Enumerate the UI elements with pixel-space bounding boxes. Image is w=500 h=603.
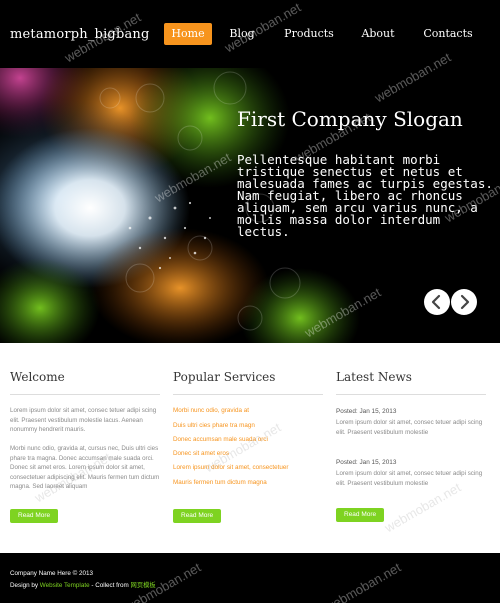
news-text: Lorem ipsum dolor sit amet, consec tetue… [336,470,483,487]
services-title: Popular Services [173,370,276,384]
watermark-text: webmoban.net [381,479,464,536]
nav-contacts[interactable]: Contacts [418,23,478,45]
hero-banner: First Company Slogan Pellentesque habita… [0,68,500,343]
slider-prev-button[interactable] [424,289,450,315]
news-section: Latest News Posted: Jan 15, 2013 Lorem i… [336,370,486,522]
services-section: Popular Services Morbi nunc odio, gravid… [173,370,323,523]
slogan-text: Pellentesque habitant morbi tristique se… [237,152,493,239]
news-title: Latest News [336,370,412,384]
news-text: Lorem ipsum dolor sit amet, consec tetue… [336,419,483,436]
welcome-title: Welcome [10,370,65,384]
footer-collect-label: - Collect from [91,582,129,589]
footer-credits: Design by Website Template - Collect fro… [10,580,156,589]
welcome-read-more-button[interactable]: Read More [10,509,59,523]
site-header: metamorph_bigbang Home Blog Products Abo… [0,0,500,68]
chevron-right-icon [460,294,470,310]
nav-blog[interactable]: Blog [222,23,262,45]
news-date: Posted: Jan 15, 2013 [336,459,397,466]
service-link[interactable]: Mauris fermen tum dictum magna [173,479,267,486]
service-link[interactable]: Donec accumsan male suada orci [173,436,268,443]
nav-about[interactable]: About [355,23,401,45]
footer-design-link[interactable]: Website Template [40,582,90,589]
welcome-paragraph-2: Morbi nunc odio, gravida at, cursus nec,… [10,445,160,490]
nav-products[interactable]: Products [278,23,340,45]
service-link[interactable]: Donec sit amet eros [173,450,229,457]
service-link[interactable]: Duis ultri cies phare tra magn [173,422,255,429]
footer-collect-link[interactable]: 网页模板 [131,582,156,589]
divider [173,394,323,395]
footer-copyright: Company Name Here © 2013 [10,570,94,577]
chevron-left-icon [431,294,441,310]
news-date: Posted: Jan 15, 2013 [336,408,397,415]
site-footer: Company Name Here © 2013 Design by Websi… [0,553,500,603]
welcome-paragraph-1: Lorem ipsum dolor sit amet, consec tetue… [10,407,157,433]
welcome-section: Welcome Lorem ipsum dolor sit amet, cons… [10,370,160,523]
service-link[interactable]: Morbi nunc odio, gravida at [173,407,249,414]
main-nav: Home Blog Products About Contacts [0,23,500,45]
footer-design-label: Design by [10,582,39,589]
divider [10,394,160,395]
slogan-title: First Company Slogan [237,107,463,131]
news-read-more-button[interactable]: Read More [336,508,385,522]
nav-home[interactable]: Home [164,23,212,45]
slider-next-button[interactable] [451,289,477,315]
divider [336,394,486,395]
services-read-more-button[interactable]: Read More [173,509,222,523]
service-link[interactable]: Lorem ipsum dolor sit amet, consectetuer [173,464,289,471]
